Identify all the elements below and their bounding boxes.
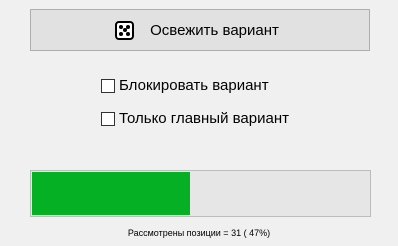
main-variant-only-option[interactable]: Только главный вариант (101, 110, 289, 127)
refresh-button-content: Освежить вариант (115, 20, 279, 40)
progress-bar (30, 170, 371, 217)
status-text: Рассмотрены позиции = 31 ( 47%) (127, 228, 271, 238)
refresh-button-label: Освежить вариант (150, 21, 279, 39)
refresh-variant-button[interactable]: Освежить вариант (30, 9, 370, 51)
main-variant-only-checkbox[interactable] (101, 111, 115, 126)
lock-variant-option[interactable]: Блокировать вариант (101, 77, 269, 94)
dice-icon (115, 20, 135, 40)
lock-variant-checkbox[interactable] (101, 78, 115, 93)
main-variant-only-label: Только главный вариант (119, 110, 289, 127)
progress-bar-fill (32, 172, 190, 215)
lock-variant-label: Блокировать вариант (119, 77, 269, 94)
